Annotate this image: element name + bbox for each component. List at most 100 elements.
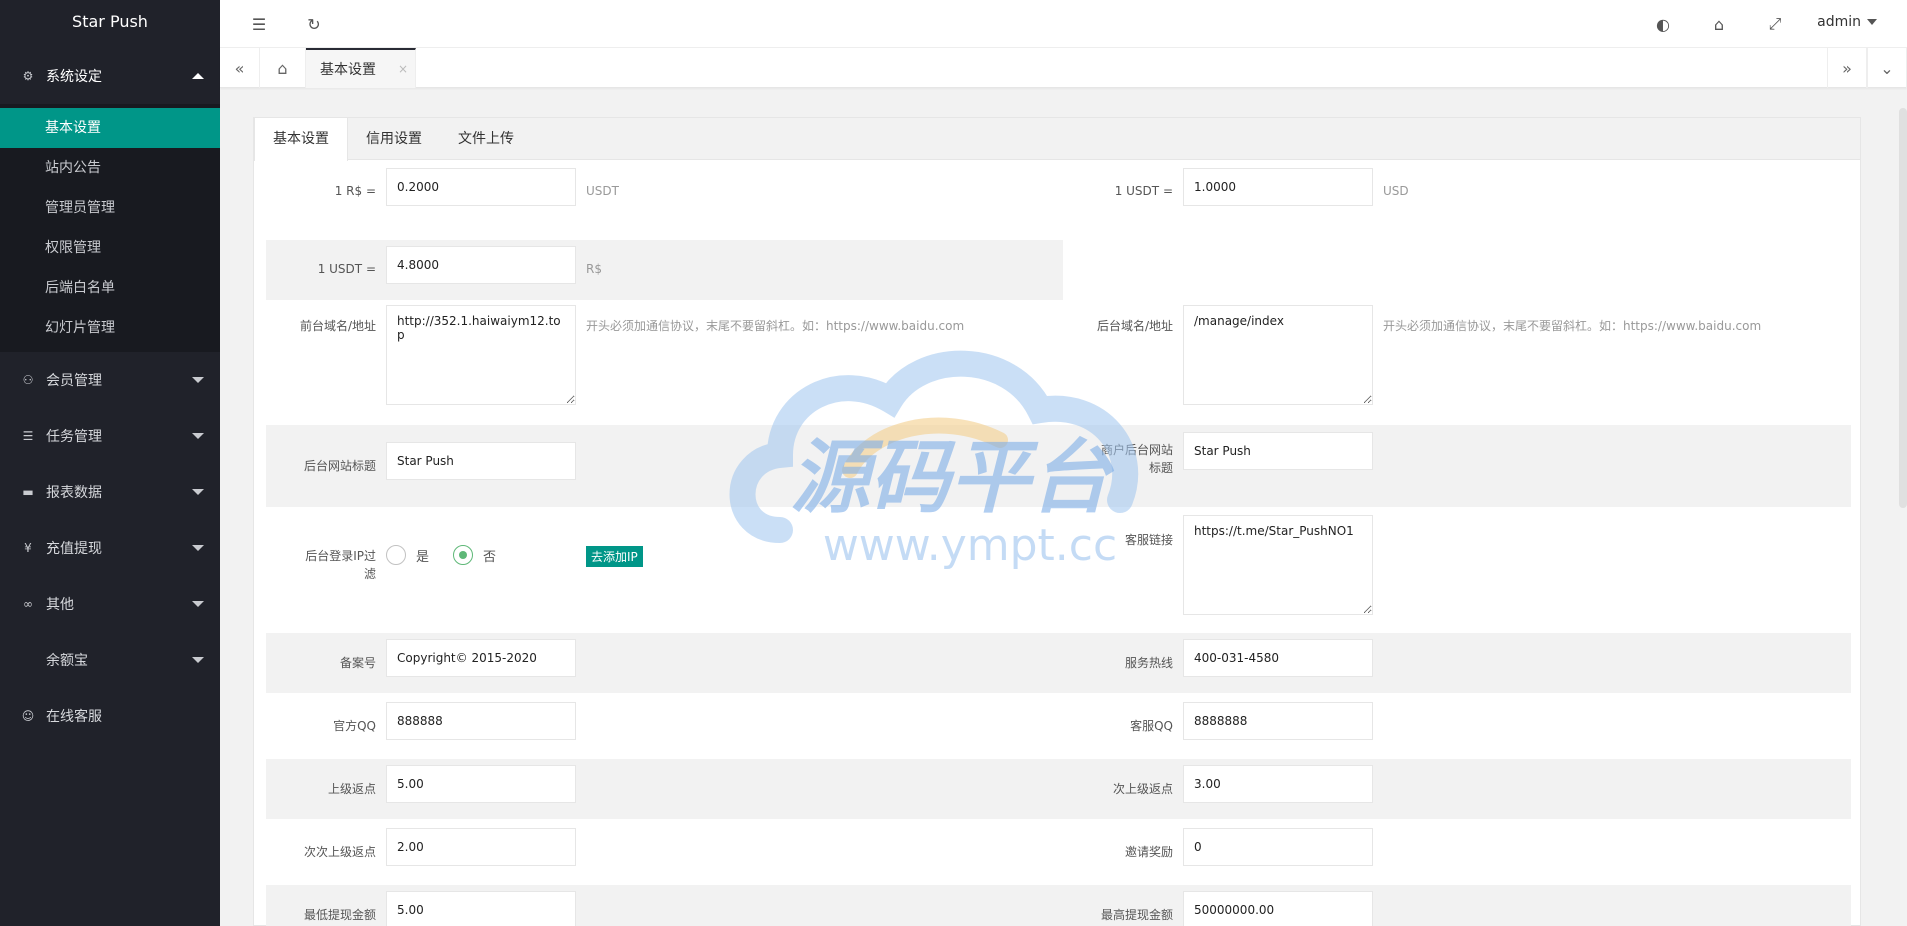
tab-basic[interactable]: 基本设置 [254, 118, 348, 161]
service-icon: ☺ [21, 709, 35, 723]
scrollbar[interactable] [1899, 108, 1907, 508]
close-icon[interactable]: × [398, 62, 408, 76]
back-domain-label: 后台域名/地址 [1096, 319, 1173, 333]
rate-usd-unit: USD [1383, 184, 1409, 198]
chevron-down-icon [192, 489, 204, 495]
chevron-down-icon [192, 545, 204, 551]
rebate2-input[interactable]: 3.00 [1183, 765, 1373, 803]
report-icon: ▬ [22, 485, 34, 499]
form-row: 前台域名/地址 http://352.1.haiwaiym12.top 开头必须… [266, 300, 1851, 425]
back-domain-hint: 开头必须加通信协议，末尾不要留斜杠。如：https://www.baidu.co… [1383, 319, 1762, 333]
tabs-menu-icon[interactable]: ⌄ [1867, 48, 1907, 88]
form-row: 后台登录IP过滤 是 否 去添加IP 客服链接 https://t.me/Sta… [266, 507, 1851, 627]
nav-group-members[interactable]: ⚇ 会员管理 [0, 352, 220, 408]
front-domain-label: 前台域名/地址 [299, 319, 376, 333]
sidebar-item-basic-settings[interactable]: 基本设置 [0, 108, 220, 148]
rebate1-input[interactable]: 5.00 [386, 765, 576, 803]
tabs-scroll-left-icon[interactable]: « [220, 48, 260, 88]
invite-label: 邀请奖励 [1124, 845, 1173, 859]
tab-label: 基本设置 [320, 62, 376, 78]
rebate1-label: 上级返点 [327, 782, 376, 796]
rebate3-label: 次次上级返点 [303, 845, 376, 859]
sidebar-item-announcements[interactable]: 站内公告 [0, 148, 220, 188]
nav-group-balance[interactable]: 余额宝 [0, 632, 220, 688]
tab-file-upload[interactable]: 文件上传 [440, 118, 532, 160]
home-icon[interactable]: ⌂ [260, 48, 306, 88]
nav-group-service[interactable]: ☺ 在线客服 [0, 688, 220, 744]
rebate3-input[interactable]: 2.00 [386, 828, 576, 866]
service-link-textarea[interactable]: https://t.me/Star_PushNO1 [1183, 515, 1373, 615]
nav-group-label: 任务管理 [46, 429, 102, 445]
label-line: 商户后台网站 [1100, 443, 1173, 457]
rebate2-label: 次上级返点 [1112, 782, 1173, 796]
hotline-input[interactable]: 400-031-4580 [1183, 639, 1373, 677]
app-logo: Star Push [0, 0, 220, 44]
ip-filter-no-radio[interactable]: 否 [453, 545, 496, 565]
invite-input[interactable]: 0 [1183, 828, 1373, 866]
sidebar-item-admin-management[interactable]: 管理员管理 [0, 188, 220, 228]
tab-credit[interactable]: 信用设置 [348, 118, 440, 160]
chevron-down-icon [192, 377, 204, 383]
ip-filter-yes-radio[interactable]: 是 [386, 545, 429, 565]
sidebar-item-whitelist[interactable]: 后端白名单 [0, 268, 220, 308]
min-withdraw-input[interactable]: 5.00 [386, 891, 576, 926]
official-qq-input[interactable]: 888888 [386, 702, 576, 740]
refresh-icon[interactable]: ↻ [303, 13, 325, 35]
rate-brl-input[interactable]: 4.8000 [386, 246, 576, 284]
gear-icon: ⚙ [22, 69, 34, 83]
radio-label: 是 [416, 549, 430, 565]
rate-rs-input[interactable]: 0.2000 [386, 168, 576, 206]
tab-basic-settings[interactable]: 基本设置 × [306, 48, 416, 88]
front-domain-textarea[interactable]: http://352.1.haiwaiym12.top [386, 305, 576, 405]
rate-brl-label: 1 USDT = [317, 262, 376, 276]
add-ip-button[interactable]: 去添加IP [586, 546, 643, 567]
nav-group-recharge[interactable]: ¥ 充值提现 [0, 520, 220, 576]
sidebar-item-permissions[interactable]: 权限管理 [0, 228, 220, 268]
service-qq-label: 客服QQ [1130, 719, 1173, 733]
admin-title-label: 后台网站标题 [303, 459, 376, 473]
rate-usd-label: 1 USDT = [1114, 184, 1173, 198]
chevron-down-icon [192, 657, 204, 663]
nav-group-other[interactable]: ∞ 其他 [0, 576, 220, 632]
ip-filter-label: 后台登录IP过滤 [266, 547, 376, 583]
icp-input[interactable]: Copyright© 2015-2020 [386, 639, 576, 677]
nav-group-label: 余额宝 [46, 653, 88, 669]
task-icon: ☰ [22, 429, 34, 443]
sidebar-item-slides[interactable]: 幻灯片管理 [0, 308, 220, 348]
user-menu[interactable]: admin [1817, 14, 1877, 30]
chevron-down-icon [192, 601, 204, 607]
menu-toggle-icon[interactable]: ☰ [248, 13, 270, 35]
nav-group-tasks[interactable]: ☰ 任务管理 [0, 408, 220, 464]
label-line: 标题 [1148, 461, 1173, 475]
form-row: 1 R$ = 0.2000 USDT 1 USDT = 1.0000 USD [266, 162, 1851, 222]
rate-brl-unit: R$ [586, 262, 602, 276]
max-withdraw-input[interactable]: 50000000.00 [1183, 891, 1373, 926]
merchant-title-input[interactable]: Star Push [1183, 432, 1373, 470]
user-icon: ⚇ [22, 373, 34, 387]
page-tabs-bar: « ⌂ 基本设置 × » ⌄ [220, 48, 1907, 88]
theme-icon[interactable]: ◐ [1652, 13, 1674, 35]
admin-title-input[interactable]: Star Push [386, 442, 576, 480]
form-row: 备案号 Copyright© 2015-2020 服务热线 400-031-45… [266, 633, 1851, 693]
max-withdraw-label: 最高提现金额 [1100, 908, 1173, 922]
nav-group-label: 会员管理 [46, 373, 102, 389]
nav-submenu: 基本设置 站内公告 管理员管理 权限管理 后端白名单 幻灯片管理 [0, 104, 220, 352]
icp-label: 备案号 [339, 656, 376, 670]
tabs-scroll-right-icon[interactable]: » [1827, 48, 1867, 88]
service-qq-input[interactable]: 8888888 [1183, 702, 1373, 740]
form-row: 次次上级返点 2.00 邀请奖励 0 [266, 822, 1851, 882]
nav-group-reports[interactable]: ▬ 报表数据 [0, 464, 220, 520]
radio-label: 否 [483, 549, 497, 565]
label-line: 滤 [363, 567, 376, 581]
rate-usd-input[interactable]: 1.0000 [1183, 168, 1373, 206]
rate-rs-unit: USDT [586, 184, 619, 198]
form-row: 官方QQ 888888 客服QQ 8888888 [266, 696, 1851, 756]
fullscreen-icon[interactable]: ⤢ [1764, 13, 1786, 35]
back-domain-textarea[interactable]: /manage/index [1183, 305, 1373, 405]
tag-icon[interactable]: ⌂ [1708, 13, 1730, 35]
form-row: 后台网站标题 Star Push 商户后台网站标题 Star Push [266, 425, 1851, 507]
radio-circle [386, 545, 406, 565]
nav-group-system[interactable]: ⚙ 系统设定 [0, 48, 220, 104]
form-row: 上级返点 5.00 次上级返点 3.00 [266, 759, 1851, 819]
rate-rs-label: 1 R$ = [334, 184, 376, 198]
